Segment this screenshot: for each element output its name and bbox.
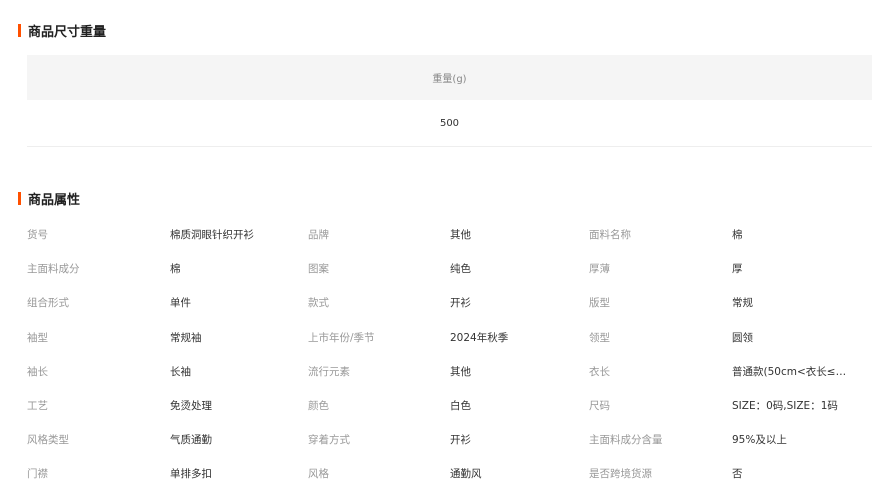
attr-value: 白色 <box>450 399 471 412</box>
attr-label: 衣长 <box>589 365 610 378</box>
attr-label: 面料名称 <box>589 229 631 241</box>
attr-label: 厚薄 <box>589 263 610 276</box>
attr-value: 其他 <box>450 365 471 378</box>
attr-value: 圆领 <box>732 331 753 344</box>
attr-label: 穿着方式 <box>308 434 350 447</box>
attr-value: 2024年秋季 <box>450 331 509 344</box>
attr-label: 主面料成分含量 <box>589 434 663 447</box>
attr-value: 开衫 <box>450 434 471 447</box>
attr-label: 颜色 <box>308 399 329 412</box>
size-weight-table: 重量(g) 500 <box>27 55 872 147</box>
attr-value: 纯色 <box>450 263 471 276</box>
attr-value: 单件 <box>170 297 191 310</box>
attr-value: 免烫处理 <box>170 399 212 412</box>
attr-value: 棉 <box>170 263 181 276</box>
attr-value: SIZE：0码,SIZE：1码 <box>732 399 838 412</box>
size-section-title: 商品尺寸重量 <box>18 21 107 40</box>
attr-value: 棉质洞眼针织开衫 <box>170 229 254 241</box>
attr-section-title-text: 商品属性 <box>28 192 81 208</box>
attr-label: 领型 <box>589 331 610 344</box>
attr-value: 单排多扣 <box>170 468 212 481</box>
attr-row: 门襟 单排多扣 风格 通勤风 是否跨境货源 否 <box>27 460 872 494</box>
attr-label: 是否跨境货源 <box>589 468 652 481</box>
attr-label: 袖长 <box>27 365 48 378</box>
attr-label: 风格 <box>308 468 329 481</box>
attr-label: 版型 <box>589 297 610 310</box>
product-attributes-grid: 货号 棉质洞眼针织开衫 品牌 其他 面料名称棉主面料成分棉图案 纯色 厚薄厚组合形式 单件 款式… <box>27 221 872 495</box>
title-accent-bar <box>18 191 21 205</box>
attr-label: 流行元素 <box>308 365 350 378</box>
attr-value: 常规袖 <box>170 331 202 344</box>
attr-label: 款式 <box>308 297 329 310</box>
attr-label: 图案 <box>308 263 329 276</box>
attr-value: 厚 <box>732 263 743 276</box>
attr-row: 货号 棉质洞眼针织开衫 品牌 其他 面料名称 棉 <box>27 221 872 255</box>
attr-value: 其他 <box>450 229 471 241</box>
attr-value: 普通款(50cm<衣长≤65cm) <box>732 365 852 378</box>
attr-label: 主面料成分 <box>27 263 80 276</box>
attr-value: 常规 <box>732 297 753 310</box>
attr-row: 风格类型 气质通勤 穿着方式 开衫 主面料成分含量 95%及以上 <box>27 426 872 460</box>
attr-value: 否 <box>732 468 743 481</box>
attr-label: 风格类型 <box>27 434 69 447</box>
size-section-title-text: 商品尺寸重量 <box>28 24 107 40</box>
attr-label: 门襟 <box>27 468 48 481</box>
weight-header: 重量(g) <box>27 55 872 100</box>
attr-section-title: 商品属性 <box>18 189 81 208</box>
attr-row: 工艺 免烫处理 颜色 白色 尺码 SIZE：0码,SIZE：1码 <box>27 392 872 426</box>
attr-row: 组合形式 单件 款式 开衫 版型 常规 <box>27 289 872 323</box>
attr-value: 气质通勤 <box>170 434 212 447</box>
attr-row: 袖长 长袖 流行元素 其他 衣长 普通款(50cm<衣长≤65cm) <box>27 358 872 392</box>
attr-value: 开衫 <box>450 297 471 310</box>
attr-value: 棉 <box>732 229 743 241</box>
attr-label: 上市年份/季节 <box>308 331 375 344</box>
attr-label: 组合形式 <box>27 297 69 310</box>
weight-value: 500 <box>27 100 872 147</box>
attr-label: 尺码 <box>589 399 610 412</box>
attr-label: 货号 <box>27 229 48 241</box>
attr-label: 工艺 <box>27 399 48 412</box>
attr-value: 长袖 <box>170 365 191 378</box>
title-accent-bar <box>18 23 21 37</box>
attr-value: 95%及以上 <box>732 434 787 447</box>
attr-row: 主面料成分 棉 图案 纯色 厚薄 厚 <box>27 255 872 289</box>
attr-value: 通勤风 <box>450 468 482 481</box>
attr-label: 品牌 <box>308 229 329 241</box>
attr-row: 袖型 常规袖 上市年份/季节 2024年秋季 领型 圆领 <box>27 324 872 358</box>
attr-label: 袖型 <box>27 331 48 344</box>
